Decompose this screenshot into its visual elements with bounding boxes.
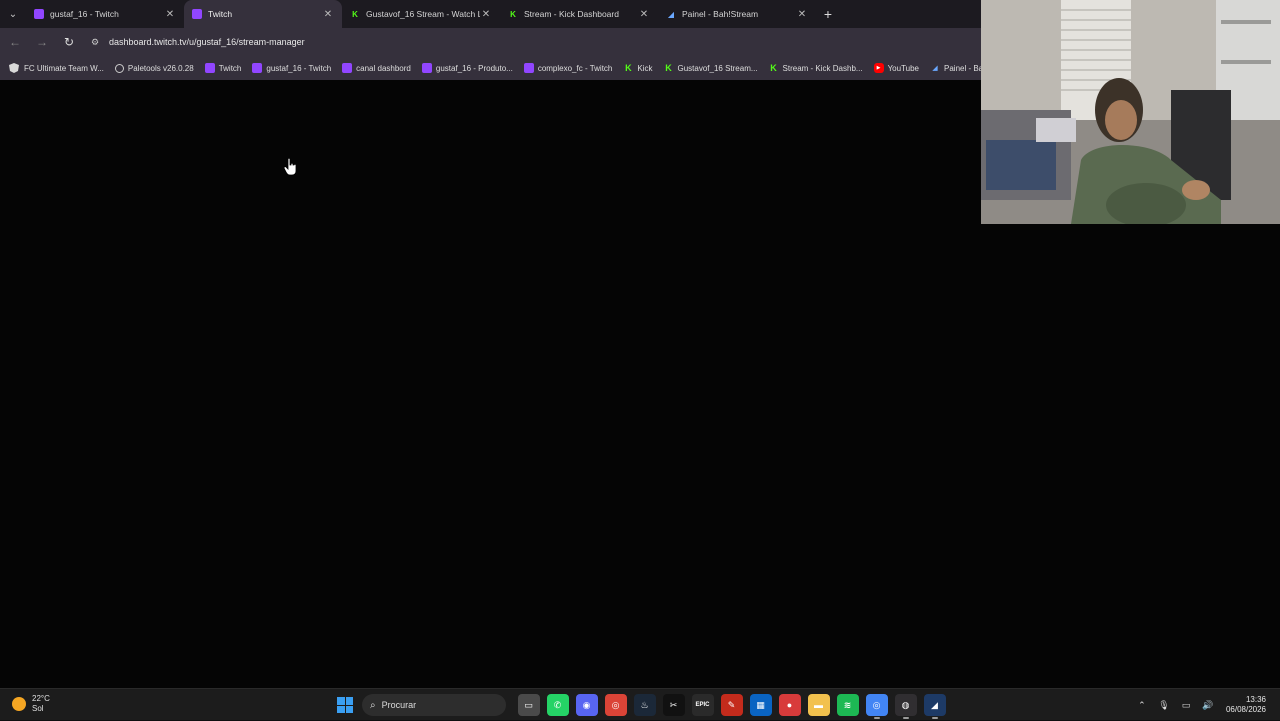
bookmark-label: Paletools v26.0.28 xyxy=(127,63,194,73)
tab-title: Gustavof_16 Stream - Watch Li xyxy=(366,9,480,19)
bookmark-label: gustaf_16 - Twitch xyxy=(266,63,332,73)
steam-icon[interactable]: ♨ xyxy=(633,694,656,716)
bookmark-label: FC Ultimate Team W... xyxy=(24,63,104,73)
close-icon[interactable]: ✕ xyxy=(638,9,650,20)
kick-icon: K xyxy=(770,63,777,73)
twitch-icon xyxy=(421,63,432,73)
search-placeholder: Procurar xyxy=(381,700,417,710)
bookmark-item[interactable]: gustaf_16 - Twitch xyxy=(252,63,331,73)
bookmark-item[interactable]: ▶ YouTube xyxy=(873,63,919,73)
bahstream-icon[interactable]: ◢ xyxy=(923,694,946,719)
volume-icon[interactable]: 🔊 xyxy=(1200,700,1216,711)
back-arrow-icon[interactable]: ← xyxy=(3,30,27,54)
taskbar-search[interactable]: ⌕ Procurar xyxy=(362,694,506,716)
bookmark-label: Twitch xyxy=(218,63,242,73)
microsoft-store-icon[interactable]: ▦ xyxy=(749,694,772,716)
bookmark-label: complexo_fc - Twitch xyxy=(537,63,613,73)
close-icon[interactable]: ✕ xyxy=(164,9,176,20)
weather-condition: Sol xyxy=(32,704,44,713)
close-icon[interactable]: ✕ xyxy=(322,9,334,20)
sun-icon xyxy=(12,697,26,711)
task-view-icon[interactable]: ▭ xyxy=(517,694,540,716)
search-icon: ⌕ xyxy=(370,699,376,711)
epic-games-icon[interactable]: EPIC xyxy=(691,694,714,716)
tab-kick-stream[interactable]: K Gustavof_16 Stream - Watch Li ✕ xyxy=(342,0,500,28)
windows-taskbar: 22°C Sol ⌕ Procurar ▭ ✆ ◉ ◎ ♨ ✂ EPIC ✎ ▦… xyxy=(0,688,1280,720)
bahstream-icon: ◢ xyxy=(932,65,938,72)
twitch-icon xyxy=(204,63,215,73)
kick-icon: K xyxy=(352,9,358,19)
globe-icon xyxy=(114,63,124,73)
kick-icon: K xyxy=(665,63,672,73)
bookmark-label: Kick xyxy=(637,63,653,73)
address-bar[interactable]: ⚙ dashboard.twitch.tv/u/gustaf_16/stream… xyxy=(87,31,967,53)
bookmark-item[interactable]: K Stream - Kick Dashb... xyxy=(769,63,863,73)
tab-title: Painel - Bah!Stream xyxy=(682,9,759,19)
clock-time: 13:36 xyxy=(1245,695,1266,704)
tab-title: Twitch xyxy=(208,9,233,19)
bahstream-icon: ◢ xyxy=(667,9,675,19)
youtube-icon: ▶ xyxy=(873,63,884,73)
bookmark-label: gustaf_16 - Produto... xyxy=(435,63,513,73)
clock-date: 06/08/2026 xyxy=(1225,705,1266,714)
bookmark-item[interactable]: complexo_fc - Twitch xyxy=(523,63,613,73)
obs-icon[interactable]: ◍ xyxy=(894,694,917,719)
tab-list: gustaf_16 - Twitch ✕ Twitch ✕ K Gustavof… xyxy=(26,0,840,28)
bookmark-label: Gustavof_16 Stream... xyxy=(677,63,758,73)
whatsapp-icon[interactable]: ✆ xyxy=(546,694,569,716)
site-settings-icon[interactable]: ⚙ xyxy=(87,37,103,48)
bookmark-item[interactable]: Paletools v26.0.28 xyxy=(114,63,194,73)
chevron-up-icon[interactable]: ⌃ xyxy=(1134,700,1150,711)
twitch-icon xyxy=(252,63,263,73)
weather-widget[interactable]: 22°C Sol xyxy=(12,694,50,714)
bookmark-item[interactable]: K Gustavof_16 Stream... xyxy=(663,63,757,73)
bookmark-item[interactable]: FC Ultimate Team W... xyxy=(8,63,104,73)
tab-search-chevron-icon[interactable]: ⌄ xyxy=(4,5,22,23)
url-text[interactable]: dashboard.twitch.tv/u/gustaf_16/stream-m… xyxy=(109,37,305,47)
bookmark-label: YouTube xyxy=(887,63,919,73)
hand-cursor-icon xyxy=(284,158,296,176)
close-icon[interactable]: ✕ xyxy=(796,9,808,20)
bookmark-label: canal dashbord xyxy=(356,63,411,73)
new-tab-button[interactable]: + xyxy=(816,0,840,28)
network-icon[interactable]: ▭ xyxy=(1178,700,1194,711)
tab-twitch-active[interactable]: Twitch ✕ xyxy=(184,0,342,28)
kick-icon: K xyxy=(625,63,632,73)
twitch-icon xyxy=(34,9,44,19)
bookmark-item[interactable]: K Kick xyxy=(623,63,652,73)
discord-icon[interactable]: ◉ xyxy=(575,694,598,716)
twitch-icon xyxy=(342,63,353,73)
tab-gustaf-twitch[interactable]: gustaf_16 - Twitch ✕ xyxy=(26,0,184,28)
bookmark-item[interactable]: Twitch xyxy=(204,63,242,73)
fc-icon xyxy=(8,63,20,73)
twitch-icon xyxy=(523,63,534,73)
microphone-icon[interactable]: 🎙 xyxy=(1156,700,1172,711)
file-explorer-icon[interactable]: ▬ xyxy=(807,694,830,716)
tab-title: Stream - Kick Dashboard xyxy=(524,9,619,19)
snipping-tool-icon[interactable]: ✎ xyxy=(720,694,743,716)
weather-temperature: 22°C xyxy=(32,694,50,703)
windows-start-icon[interactable] xyxy=(334,694,356,716)
capcut-icon[interactable]: ✂ xyxy=(662,694,685,716)
bookmark-label: Stream - Kick Dashb... xyxy=(782,63,863,73)
system-tray: ⌃ 🎙 ▭ 🔊 13:36 06/08/2026 xyxy=(1134,689,1280,721)
tab-kick-dashboard[interactable]: K Stream - Kick Dashboard ✕ xyxy=(500,0,658,28)
kick-icon: K xyxy=(510,9,516,19)
tab-bahstream[interactable]: ◢ Painel - Bah!Stream ✕ xyxy=(658,0,816,28)
chrome-icon[interactable]: ◎ xyxy=(604,694,627,716)
twitch-icon xyxy=(192,9,202,19)
webcam-feed-image xyxy=(981,0,1280,224)
forward-arrow-icon[interactable]: → xyxy=(30,30,54,54)
recorder-icon[interactable]: ● xyxy=(778,694,801,716)
spotify-icon[interactable]: ≋ xyxy=(836,694,859,716)
webcam-overlay xyxy=(981,0,1280,224)
reload-icon[interactable]: ↻ xyxy=(57,30,81,54)
taskbar-apps: ⌕ Procurar ▭ ✆ ◉ ◎ ♨ ✂ EPIC ✎ ▦ ● ▬ ≋ ◎ … xyxy=(334,692,949,719)
bookmark-item[interactable]: gustaf_16 - Produto... xyxy=(421,63,513,73)
chrome-active-icon[interactable]: ◎ xyxy=(865,694,888,719)
tab-title: gustaf_16 - Twitch xyxy=(50,9,119,19)
clock[interactable]: 13:36 06/08/2026 xyxy=(1226,695,1266,715)
bookmark-item[interactable]: canal dashbord xyxy=(342,63,411,73)
close-icon[interactable]: ✕ xyxy=(480,9,492,20)
